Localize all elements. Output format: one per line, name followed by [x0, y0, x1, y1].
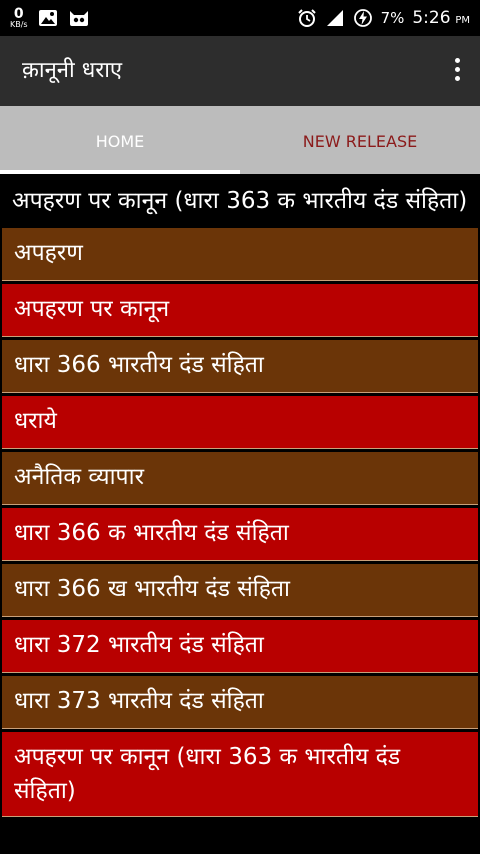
list-item[interactable]: धारा 366 क भारतीय दंड संहिता — [2, 508, 478, 561]
cat-app-icon — [69, 11, 88, 26]
list-item[interactable]: अनैतिक व्यापार — [2, 452, 478, 505]
law-list[interactable]: अपहरण पर कानून (धारा 363 क भारतीय दंड सं… — [0, 174, 480, 854]
net-speed-value: 0 — [13, 6, 24, 22]
tab-new-release[interactable]: NEW RELEASE — [240, 106, 480, 174]
clock-time: 5:26 — [412, 8, 451, 28]
list-item[interactable]: धराये — [2, 396, 478, 449]
list-item[interactable]: धारा 372 भारतीय दंड संहिता — [2, 620, 478, 673]
status-left: 0 KB/s — [10, 4, 90, 32]
status-right: 7% 5:26 PM — [297, 4, 470, 32]
list-item[interactable]: अपहरण पर कानून (धारा 363 क भारतीय दंड सं… — [2, 732, 478, 817]
clock-suffix: PM — [455, 15, 470, 26]
battery-percent: 7% — [380, 9, 405, 27]
alarm-icon — [297, 9, 316, 27]
tab-home[interactable]: HOME — [0, 106, 240, 174]
list-item[interactable]: अपहरण पर कानून — [2, 284, 478, 337]
list-item[interactable]: अपहरण पर कानून (धारा 363 क भारतीय दंड सं… — [0, 174, 480, 228]
list-item[interactable]: धारा 366 ख भारतीय दंड संहिता — [2, 564, 478, 617]
tab-bar: HOME NEW RELEASE — [0, 106, 480, 174]
status-bar: 0 KB/s 7% 5:26 PM — [0, 0, 480, 36]
app-bar: क़ानूनी धराए — [0, 36, 480, 106]
list-item[interactable]: अपहरण — [2, 228, 478, 281]
overflow-menu-icon[interactable] — [452, 58, 462, 84]
list-item[interactable]: धारा 373 भारतीय दंड संहिता — [2, 676, 478, 729]
net-speed-unit: KB/s — [10, 20, 28, 29]
battery-charging-icon — [353, 9, 372, 27]
signal-icon — [326, 10, 343, 26]
clock: 5:26 PM — [412, 8, 470, 28]
net-speed: 0 KB/s — [10, 7, 28, 29]
gallery-icon — [38, 10, 57, 26]
list-item[interactable]: धारा 366 भारतीय दंड संहिता — [2, 340, 478, 393]
app-title: क़ानूनी धराए — [22, 58, 123, 83]
